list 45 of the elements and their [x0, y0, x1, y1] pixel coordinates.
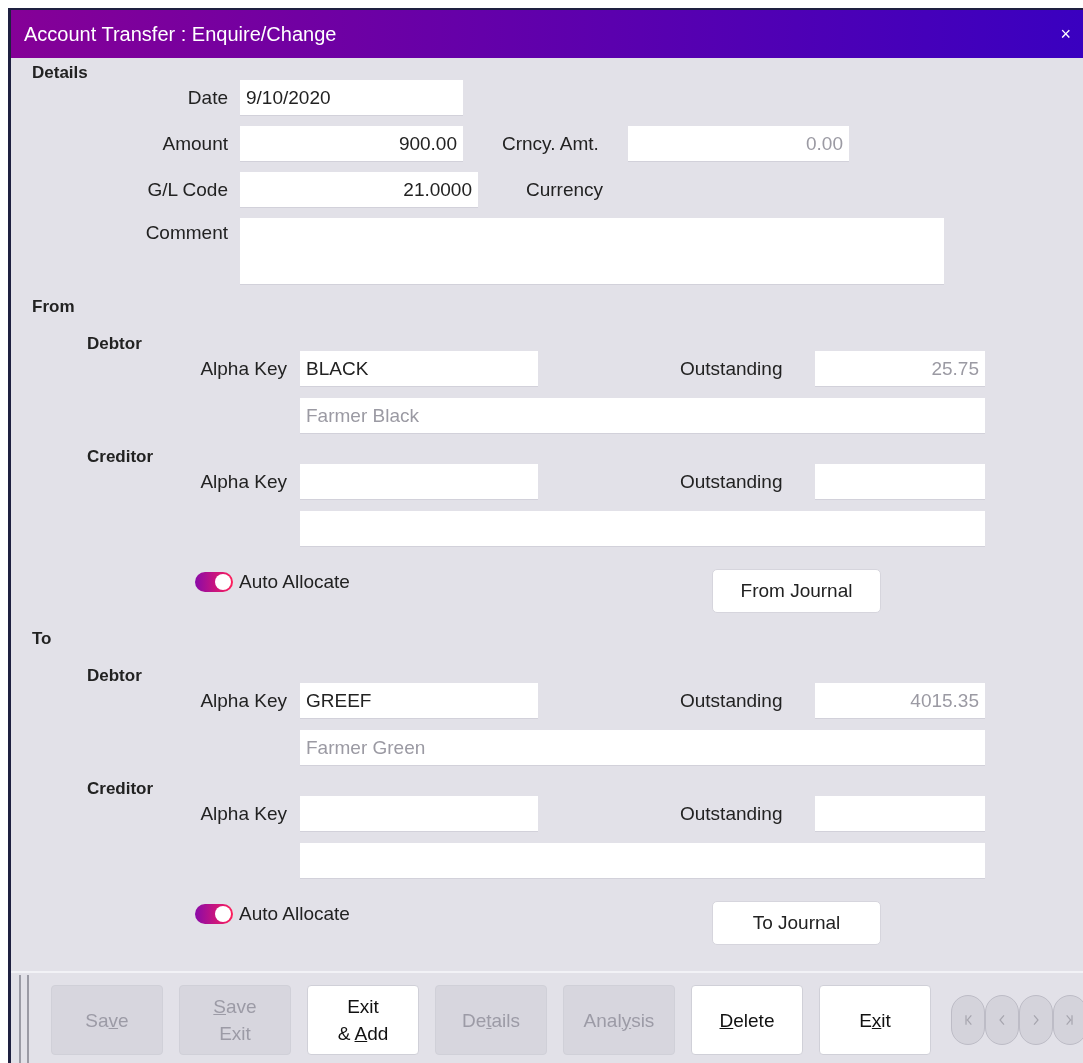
name-field[interactable] — [300, 511, 985, 547]
toggle-switch[interactable] — [195, 904, 233, 924]
field-label: Amount — [161, 133, 228, 155]
gl-code-field[interactable]: 21.0000 — [240, 172, 478, 208]
section-heading: To — [31, 629, 52, 649]
grip-icon[interactable] — [19, 975, 29, 1063]
amount-field[interactable]: 900.00 — [240, 126, 463, 162]
field-label: Outstanding — [680, 358, 784, 380]
alpha-key-field[interactable]: BLACK — [300, 351, 538, 387]
field-label: Outstanding — [680, 690, 784, 712]
field-label: Alpha Key — [199, 803, 287, 825]
journal-button[interactable]: From Journal — [712, 569, 881, 613]
field-label: Date — [186, 87, 228, 109]
date-field[interactable]: 9/10/2020 — [240, 80, 463, 116]
toggle-label: Auto Allocate — [239, 571, 350, 593]
alpha-key-field[interactable] — [300, 796, 538, 832]
section-heading: Details — [31, 63, 88, 83]
outstanding-field[interactable] — [815, 464, 985, 500]
field-label: G/L Code — [146, 179, 228, 201]
field-label: Outstanding — [680, 803, 784, 825]
field-label: Alpha Key — [199, 690, 287, 712]
section-heading: From — [31, 297, 75, 317]
toolbar-button[interactable]: Delete — [691, 985, 803, 1055]
field-label: Crncy. Amt. — [502, 133, 600, 155]
field-label: Comment — [144, 222, 228, 244]
journal-button[interactable]: To Journal — [712, 901, 881, 945]
comment-field[interactable] — [240, 218, 944, 285]
party-heading: Debtor — [86, 666, 142, 686]
outstanding-field[interactable] — [815, 796, 985, 832]
party-heading: Creditor — [86, 447, 154, 467]
party-heading: Debtor — [86, 334, 142, 354]
toggle-label: Auto Allocate — [239, 903, 350, 925]
field-label: Alpha Key — [199, 358, 287, 380]
alpha-key-field[interactable]: GREEF — [300, 683, 538, 719]
toggle-switch[interactable] — [195, 572, 233, 592]
toolbar-button[interactable]: Exit — [819, 985, 931, 1055]
name-field[interactable] — [300, 843, 985, 879]
window-title: Account Transfer : Enquire/Change — [24, 22, 337, 46]
alpha-key-field[interactable] — [300, 464, 538, 500]
toolbar-button[interactable]: Exit & Add — [307, 985, 419, 1055]
field-label: Alpha Key — [199, 471, 287, 493]
field-label: Currency — [526, 179, 604, 201]
field-label: Outstanding — [680, 471, 784, 493]
close-button[interactable]: × — [1056, 23, 1075, 45]
party-heading: Creditor — [86, 779, 154, 799]
